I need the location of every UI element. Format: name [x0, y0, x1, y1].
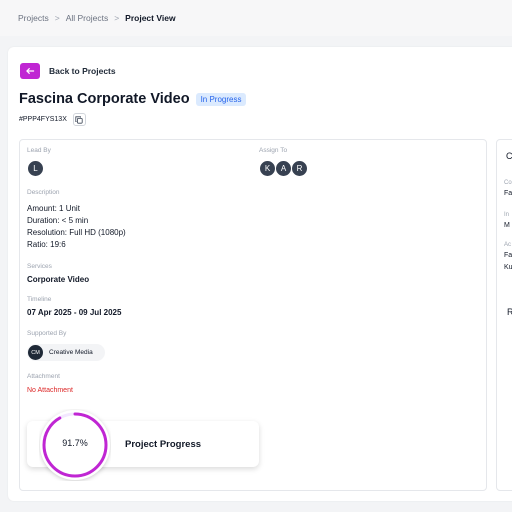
avatar: CM	[28, 345, 43, 360]
side-value: Fa	[504, 252, 512, 259]
breadcrumb-all-projects[interactable]: All Projects	[66, 13, 109, 23]
back-label[interactable]: Back to Projects	[49, 66, 116, 76]
copy-icon[interactable]	[72, 113, 86, 126]
breadcrumb: Projects > All Projects > Project View	[0, 0, 512, 36]
supporter-name: Creative Media	[49, 349, 93, 356]
avatar: A	[275, 160, 292, 177]
description-line: Resolution: Full HD (1080p)	[27, 228, 126, 237]
breadcrumb-separator: >	[114, 13, 120, 23]
description-line: Duration: < 5 min	[27, 216, 89, 225]
supported-by-label: Supported By	[27, 330, 67, 337]
services-label: Services	[27, 263, 52, 270]
page-title: Fascina Corporate Video	[19, 91, 190, 107]
attachment-value: No Attachment	[27, 387, 73, 394]
lead-by-label: Lead By	[27, 147, 51, 154]
timeline-label: Timeline	[27, 296, 52, 303]
avatar: R	[291, 160, 308, 177]
avatar: L	[27, 160, 44, 177]
back-to-projects[interactable]: Back to Projects	[20, 63, 116, 79]
arrow-left-icon[interactable]	[20, 63, 40, 79]
breadcrumb-projects[interactable]: Projects	[18, 13, 49, 23]
side-value: Fa	[504, 190, 512, 197]
breadcrumb-current: Project View	[125, 13, 176, 23]
timeline-value: 07 Apr 2025 - 09 Jul 2025	[27, 308, 122, 317]
description-label: Description	[27, 189, 60, 196]
breadcrumb-separator: >	[54, 13, 60, 23]
side-label: Co	[504, 180, 512, 186]
side-label: Ac	[504, 242, 512, 248]
side-section-header: R	[507, 307, 512, 317]
project-code: #PPP4FYS13X	[19, 116, 67, 123]
description-line: Ratio: 19:6	[27, 240, 66, 249]
services-value: Corporate Video	[27, 275, 90, 284]
assign-to-label: Assign To	[259, 147, 288, 154]
side-value: M	[504, 222, 510, 229]
progress-label: Project Progress	[125, 439, 202, 450]
attachment-label: Attachment	[27, 373, 60, 380]
description-line: Amount: 1 Unit	[27, 204, 80, 213]
avatar: K	[259, 160, 276, 177]
status-badge: In Progress	[195, 92, 247, 106]
progress-percent: 91.7%	[62, 438, 88, 448]
side-header: C	[506, 151, 512, 161]
side-label: In	[504, 212, 510, 218]
side-value: Ku	[504, 264, 512, 271]
project-code-row: #PPP4FYS13X	[19, 113, 86, 126]
supporter-chip: CM Creative Media	[27, 344, 105, 361]
title-row: Fascina Corporate Video In Progress	[19, 91, 247, 107]
